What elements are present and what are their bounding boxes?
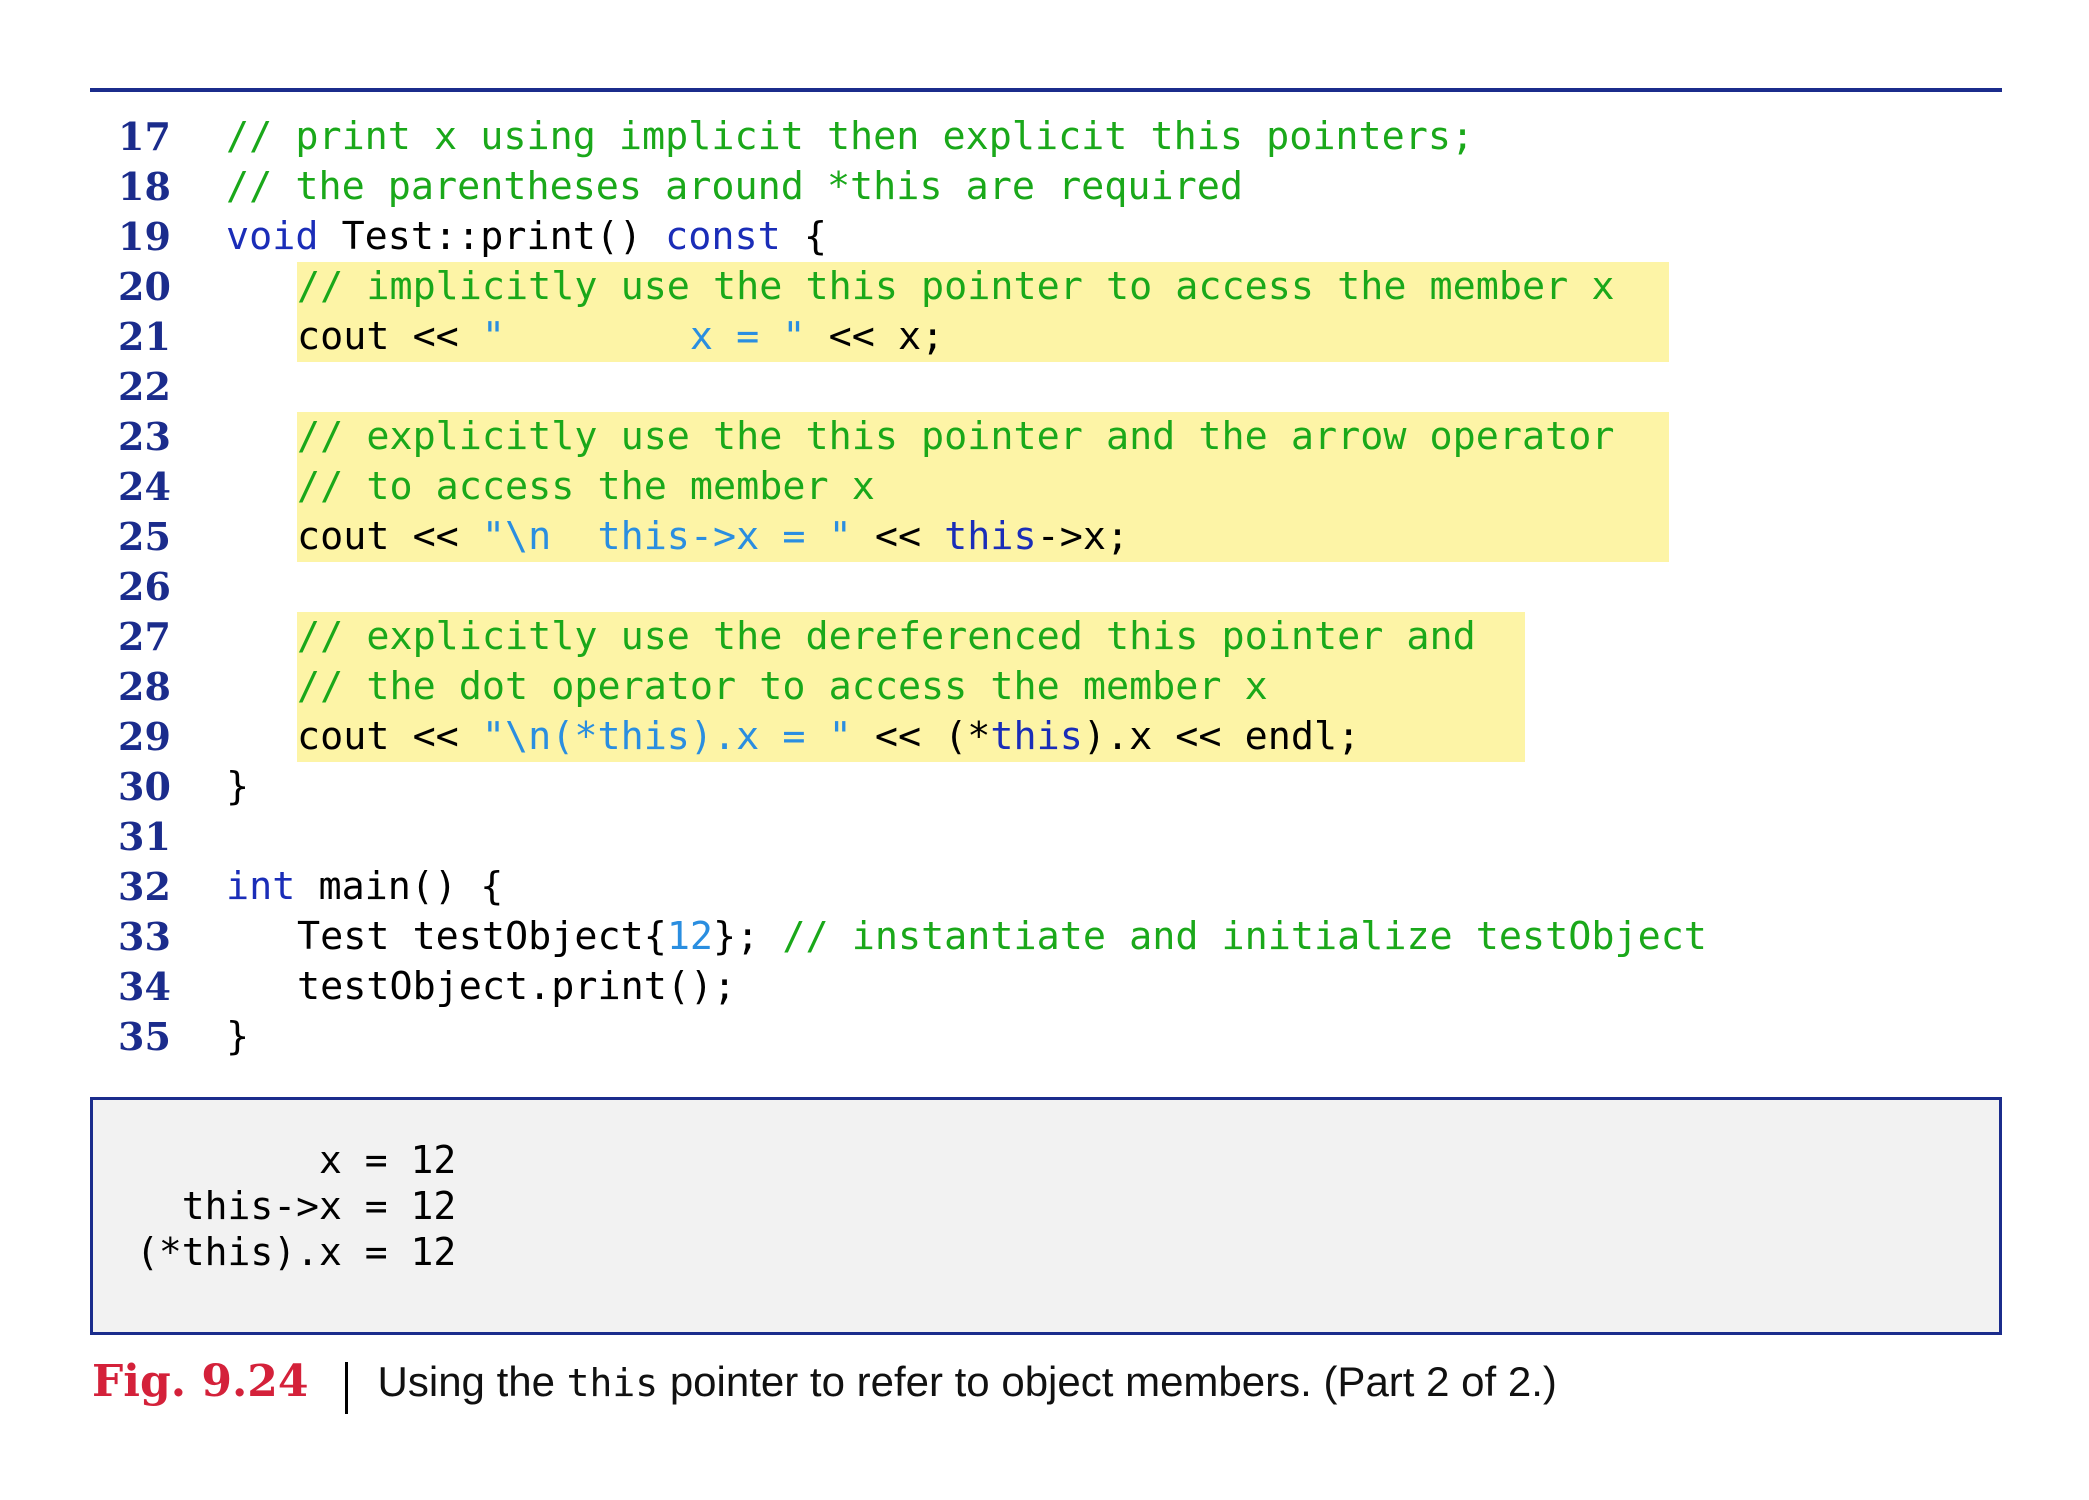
code-line: 32 int main() { [0, 862, 2089, 912]
output-line: x = 12 [136, 1138, 457, 1182]
code-token: cout << [297, 514, 482, 559]
code-token: main() { [295, 864, 504, 909]
code-token: 12 [666, 914, 714, 959]
line-number: 35 [118, 1014, 171, 1059]
code-token: "\n this->x = " [481, 514, 852, 559]
line-number: 18 [118, 164, 171, 209]
code-text: // implicitly use the this pointer to ac… [297, 262, 1614, 312]
code-text: cout << "\n(*this).x = " << (*this).x <<… [297, 712, 1360, 762]
code-token: ).x << endl; [1082, 714, 1361, 759]
code-token: // the parentheses around *this are requ… [226, 164, 1243, 209]
code-token: } [226, 764, 250, 809]
caption-code-word: this [566, 1361, 659, 1405]
code-token: this [944, 514, 1037, 559]
code-text: // the dot operator to access the member… [297, 662, 1268, 712]
output-line: this->x = 12 [136, 1184, 457, 1228]
code-token: // explicitly use the this pointer and t… [297, 414, 1615, 459]
line-number: 31 [118, 814, 171, 859]
code-text: // to access the member x [297, 462, 875, 512]
code-token: int [226, 864, 296, 909]
line-number: 20 [118, 264, 171, 309]
code-token: // print x using implicit then explicit … [226, 114, 1475, 159]
line-number: 30 [118, 764, 171, 809]
code-line: 24 // to access the member x [0, 462, 2089, 512]
line-number: 24 [118, 464, 171, 509]
figure-label: Fig. 9.24 [92, 1356, 309, 1407]
code-token: Test::print() [318, 214, 666, 259]
code-token: "\n(*this).x = " [481, 714, 852, 759]
figure-caption: Fig. 9.24 Using the this pointer to refer… [92, 1352, 1557, 1414]
code-line: 29 cout << "\n(*this).x = " << (*this).x … [0, 712, 2089, 762]
code-line: 35} [0, 1012, 2089, 1062]
code-text: } [226, 762, 249, 812]
code-token: Test testObject{ [297, 914, 667, 959]
code-line: 33 Test testObject{12}; // instantiate an… [0, 912, 2089, 962]
code-line: 18 // the parentheses around *this are re… [0, 162, 2089, 212]
line-number: 34 [118, 964, 171, 1009]
code-token: { [780, 214, 827, 259]
code-token: // explicitly use the dereferenced this … [297, 614, 1476, 659]
code-text: cout << " x = " << x; [297, 312, 944, 362]
code-text: // explicitly use the dereferenced this … [297, 612, 1476, 662]
line-number: 21 [118, 314, 171, 359]
code-line: 34 testObject.print(); [0, 962, 2089, 1012]
code-text: Test testObject{12}; // instantiate and … [297, 912, 1707, 962]
line-number: 19 [118, 214, 171, 259]
line-number: 17 [118, 114, 171, 159]
code-token: }; [713, 914, 783, 959]
code-token: this [990, 714, 1083, 759]
code-token: ->x; [1036, 514, 1130, 559]
code-text: // the parentheses around *this are requ… [226, 162, 1243, 212]
code-line: 31 [0, 812, 2089, 862]
caption-divider [344, 1361, 348, 1414]
code-token: << x; [805, 314, 945, 359]
code-line: 26 [0, 562, 2089, 612]
line-number: 28 [118, 664, 171, 709]
code-token: " x = " [481, 314, 806, 359]
code-token: cout << [297, 714, 482, 759]
code-text: // print x using implicit then explicit … [226, 112, 1474, 162]
code-line: 28 // the dot operator to access the memb… [0, 662, 2089, 712]
code-token: // the dot operator to access the member… [297, 664, 1268, 709]
top-rule [90, 88, 2002, 92]
code-token: cout << [297, 314, 482, 359]
code-line: 21 cout << " x = " << x; [0, 312, 2089, 362]
code-token: // to access the member x [297, 464, 875, 509]
code-text: int main() { [226, 862, 503, 912]
line-number: 25 [118, 514, 171, 559]
code-line: 22 [0, 362, 2089, 412]
code-token: const [665, 214, 781, 259]
line-number: 22 [118, 364, 171, 409]
code-line: 25 cout << "\n this->x = " << this->x; [0, 512, 2089, 562]
code-line: 27 // explicitly use the dereferenced thi… [0, 612, 2089, 662]
code-text: cout << "\n this->x = " << this->x; [297, 512, 1129, 562]
line-number: 27 [118, 614, 171, 659]
line-number: 32 [118, 864, 171, 909]
code-line: 20 // implicitly use the this pointer to … [0, 262, 2089, 312]
caption-text-after: pointer to refer to object members. (Par… [658, 1358, 1557, 1405]
code-token: void [226, 214, 319, 259]
code-token: << [851, 514, 945, 559]
code-text: void Test::print() const { [226, 212, 827, 262]
line-number: 33 [118, 914, 171, 959]
program-output-box: x = 12 this->x = 12 (*this).x = 12 [90, 1097, 2002, 1335]
line-number: 26 [118, 564, 171, 609]
code-token: // instantiate and initialize testObject [782, 914, 1707, 959]
caption-text-before: Using the [377, 1358, 567, 1405]
code-text: testObject.print(); [297, 962, 736, 1012]
code-text: } [226, 1012, 249, 1062]
code-text: // explicitly use the this pointer and t… [297, 412, 1614, 462]
code-token: } [226, 1014, 250, 1059]
line-number: 29 [118, 714, 171, 759]
code-line: 23 // explicitly use the this pointer and… [0, 412, 2089, 462]
code-token: testObject.print(); [297, 964, 737, 1009]
code-listing: 17 // print x using implicit then explici… [0, 112, 2089, 1062]
code-token: // implicitly use the this pointer to ac… [297, 264, 1615, 309]
output-line: (*this).x = 12 [136, 1230, 457, 1274]
line-number: 23 [118, 414, 171, 459]
code-line: 17 // print x using implicit then explici… [0, 112, 2089, 162]
code-token: << (* [851, 714, 991, 759]
code-line: 19 void Test::print() const { [0, 212, 2089, 262]
code-line: 30} [0, 762, 2089, 812]
